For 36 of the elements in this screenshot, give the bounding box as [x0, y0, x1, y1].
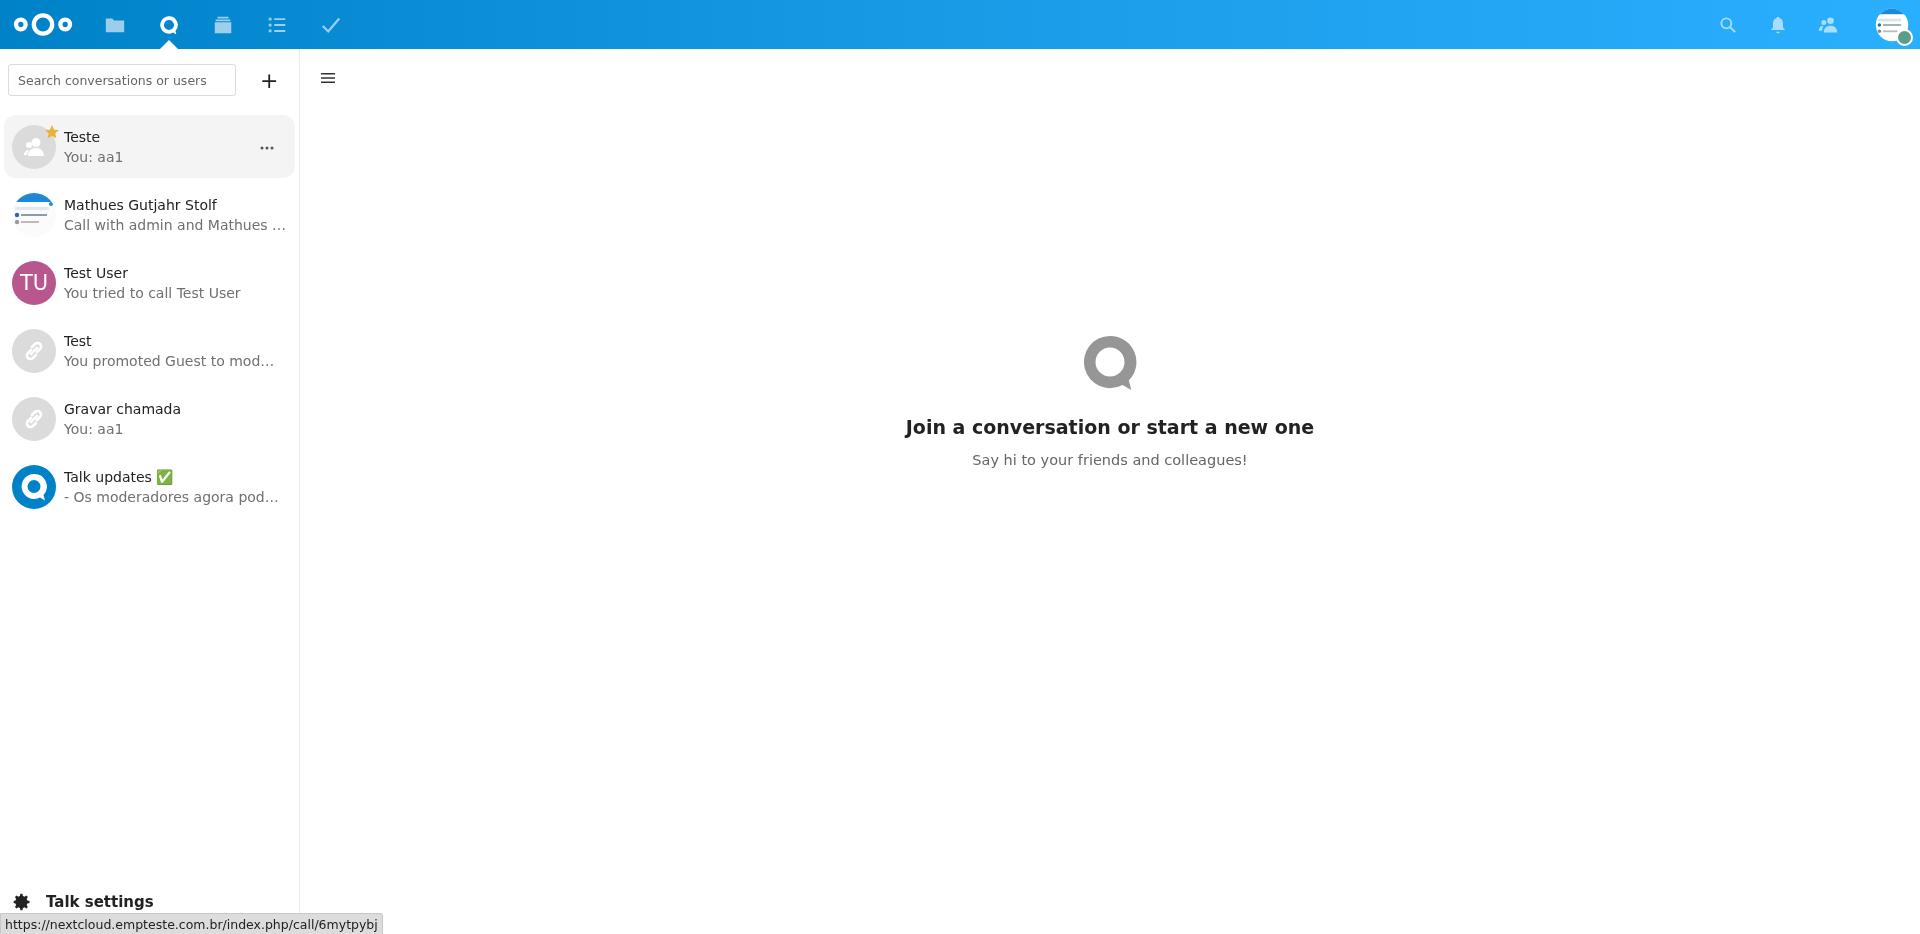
- conversation-item[interactable]: Test You promoted Guest to mod…: [4, 319, 295, 382]
- conversation-name: Test User: [64, 264, 128, 281]
- conversation-name: Test: [64, 332, 92, 349]
- last-message: You promoted Guest to mod…: [64, 352, 275, 369]
- last-message: You: aa1: [64, 420, 124, 437]
- last-message: - Os moderadores agora pod…: [64, 488, 279, 505]
- menu-icon[interactable]: [320, 70, 336, 86]
- conversation-name: Teste: [64, 128, 101, 145]
- link-avatar-icon: [12, 396, 56, 441]
- talk-icon: [158, 13, 180, 36]
- search-icon[interactable]: [1718, 14, 1738, 35]
- conversation-item[interactable]: Talk updates ✅ - Os moderadores agora pod…: [4, 455, 295, 518]
- bell-icon: [1768, 14, 1788, 35]
- new-conversation-button[interactable]: +: [247, 62, 291, 98]
- link-preview-tooltip: https://nextcloud.empteste.com.br/index.php/call/6mytpybj: [0, 913, 383, 934]
- last-message: Call with admin and Mathues …: [64, 216, 287, 233]
- initials-avatar: TU: [12, 260, 56, 305]
- conversation-item[interactable]: TU Test User You tried to call Test User: [4, 251, 295, 314]
- last-message: You tried to call Test User: [64, 284, 241, 301]
- conversation-item[interactable]: Mathues Gutjahr Stolf Call with admin and Mathues …: [4, 183, 295, 246]
- empty-state-subtitle: Say hi to your friends and colleagues!: [972, 452, 1248, 468]
- settings-icon: [12, 892, 32, 912]
- talk-avatar-icon: [12, 464, 56, 509]
- search-field[interactable]: Search conversations or users: [8, 64, 236, 96]
- group-avatar-icon: [12, 124, 56, 169]
- link-avatar-icon: [12, 328, 56, 373]
- last-message: You: aa1: [64, 148, 124, 165]
- conversation-name: Gravar chamada: [64, 400, 182, 417]
- conversation-item[interactable]: Teste You: aa1: [4, 115, 295, 178]
- talk-icon: [1081, 334, 1139, 392]
- conversation-item[interactable]: Gravar chamada You: aa1: [4, 387, 295, 450]
- empty-state-title: Join a conversation or start a new one: [905, 416, 1315, 438]
- talk-settings-link[interactable]: Talk settings: [46, 893, 154, 911]
- conversation-name: Talk updates ✅: [64, 468, 174, 485]
- logo-icon[interactable]: [12, 11, 74, 38]
- conversation-name: Mathues Gutjahr Stolf: [64, 196, 217, 213]
